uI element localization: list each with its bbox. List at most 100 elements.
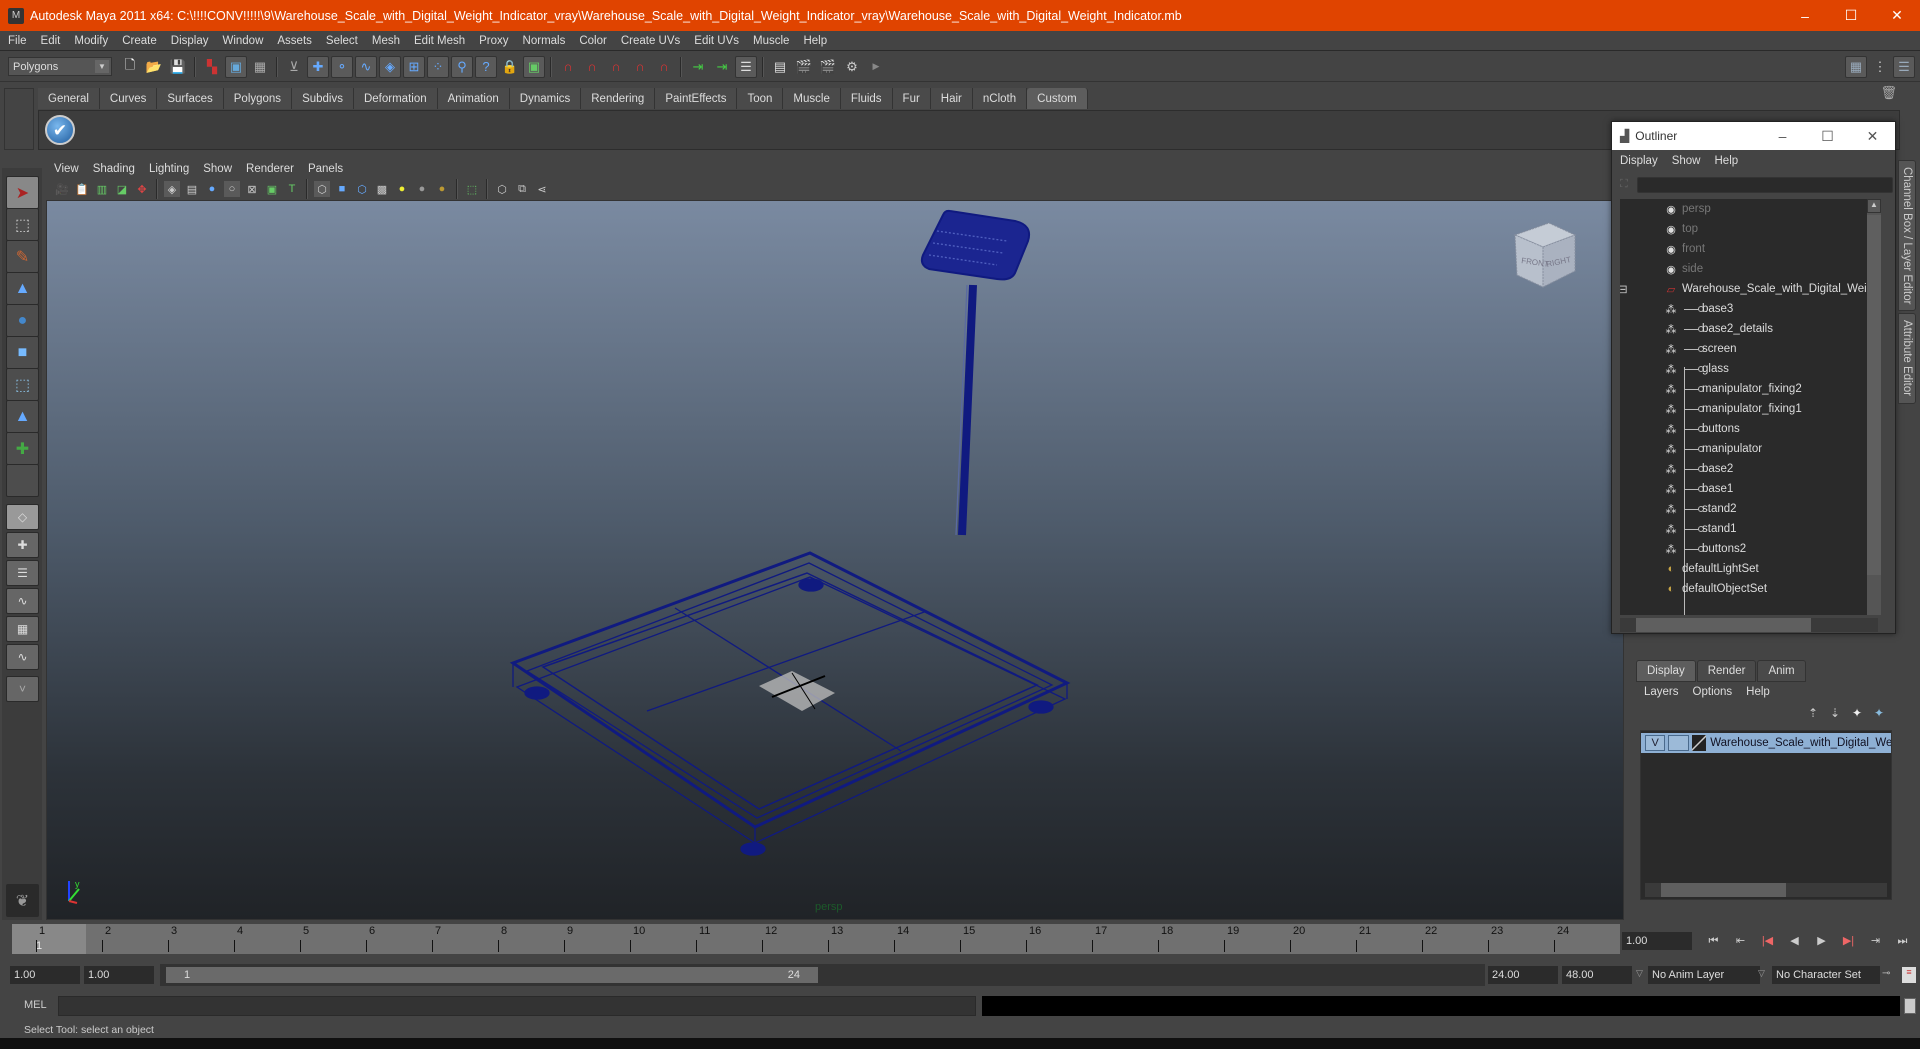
render-view-icon[interactable]: ▤ [769,56,791,78]
wireframe-on-shaded-icon[interactable]: ⬡ [354,181,370,197]
outliner-item-buttons2[interactable]: ⁂ buttons2 [1620,539,1878,559]
joints-icon[interactable]: ⋖ [534,181,550,197]
outliner-item-glass[interactable]: ⁂ glass [1620,359,1878,379]
isolate-select-icon[interactable]: ⬚ [464,181,480,197]
four-view-layout-icon[interactable]: ✚ [6,532,39,558]
move-tool-icon[interactable]: ▲ [6,272,39,305]
menu-window[interactable]: Window [222,35,263,47]
single-perspective-layout-icon[interactable]: ◇ [6,504,39,530]
construction-history-icon[interactable]: ☰ [735,55,757,78]
menu-assets[interactable]: Assets [277,35,312,47]
grid-icon[interactable]: ◈ [164,181,180,197]
layer-tab-render[interactable]: Render [1696,660,1757,682]
outliner-minimize-button[interactable]: – [1760,122,1805,150]
minimize-button[interactable]: – [1782,0,1828,31]
resolution-gate-icon[interactable]: ● [204,181,220,197]
outliner-item-manipulator-fixing1[interactable]: ⁂ manipulator_fixing1 [1620,399,1878,419]
tool-settings-toggle-icon[interactable]: ⋮ [1869,56,1891,78]
go-to-end-button[interactable]: ⏭ [1889,932,1916,950]
animation-preferences-icon[interactable]: ≡ [1902,967,1916,983]
outliner-item-screen[interactable]: ⁂ screen [1620,339,1878,359]
outliner-item-top[interactable]: ◉ top [1620,219,1878,239]
outliner-item-stand1[interactable]: ⁂ stand1 [1620,519,1878,539]
playback-start-field[interactable]: 1.00 [84,966,154,984]
help-icon[interactable]: ? [475,55,497,78]
channel-box-layer-editor-tab[interactable]: Channel Box / Layer Editor [1898,160,1916,312]
select-hierarchy-icon[interactable]: ▚ [201,56,223,78]
anim-layer-dropdown[interactable]: No Anim Layer [1648,966,1760,984]
outliner-filter-input[interactable] [1637,177,1893,193]
playback-end-field[interactable]: 24.00 [1488,966,1558,984]
shelf-tab-muscle[interactable]: Muscle [783,88,841,109]
scroll-thumb[interactable] [1661,883,1786,897]
universal-manipulator-icon[interactable]: ⬚ [6,368,39,401]
camera-attributes-icon[interactable]: 📋 [74,181,90,197]
chevron-right-icon[interactable]: ▶ [865,56,887,78]
move-layer-up-icon[interactable]: ⇡ [1802,706,1824,720]
layer-tab-display[interactable]: Display [1636,660,1696,682]
open-scene-icon[interactable]: 📂 [143,56,165,78]
snap-point-icon[interactable]: ∿ [355,55,377,78]
move-layer-down-icon[interactable]: ⇣ [1824,706,1846,720]
checkmark-shelf-button[interactable]: ✔ [45,115,75,145]
snap-grid-icon[interactable]: ✚ [307,55,329,78]
shelf-tab-toon[interactable]: Toon [737,88,784,109]
input-operations-icon[interactable]: ⇥ [687,56,709,78]
panel-menu-show[interactable]: Show [203,163,232,175]
shelf-tab-surfaces[interactable]: Surfaces [157,88,224,109]
attribute-editor-tab[interactable]: Attribute Editor [1898,313,1916,404]
magnet-curve-icon[interactable]: ∩ [581,56,603,78]
use-all-lights-icon[interactable]: ● [414,181,430,197]
shelf-tab-ncloth[interactable]: nCloth [972,88,1028,109]
collapse-toggle-icon[interactable]: ⊟ [1620,282,1628,296]
shelf-tab-dynamics[interactable]: Dynamics [509,88,582,109]
shadows-icon[interactable]: ● [434,181,450,197]
select-object-icon[interactable]: ▣ [225,55,247,78]
scroll-thumb[interactable] [1636,618,1811,632]
menu-normals[interactable]: Normals [523,35,566,47]
menu-create-uvs[interactable]: Create UVs [621,35,680,47]
lock-icon[interactable]: 🔒 [499,56,521,78]
layer-menu-help[interactable]: Help [1746,686,1770,698]
outliner-item-warehouse-scale-with-digital-weight[interactable]: ⊟ ▱ Warehouse_Scale_with_Digital_Weight_ [1620,279,1878,299]
shelf-menu-handle[interactable] [4,88,34,150]
bookmark-icon[interactable]: ▥ [94,181,110,197]
outliner-item-stand2[interactable]: ⁂ stand2 [1620,499,1878,519]
time-slider[interactable]: 1 1 2 3 4 5 6 7 8 9 10 11 12 13 14 15 16 17 18 19 20 21 22 23 2… [12,924,1620,954]
shelf-tab-polygons[interactable]: Polygons [223,88,293,109]
outliner-item-manipulator[interactable]: ⁂ manipulator [1620,439,1878,459]
x-ray-joints-icon[interactable]: ⧉ [514,181,530,197]
viewport-persp[interactable]: FRONT RIGHT y persp [46,200,1624,920]
camera-select-icon[interactable]: 🎥 [54,181,70,197]
wireframe-icon[interactable]: ⬡ [314,181,330,197]
menu-muscle[interactable]: Muscle [753,35,789,47]
safe-title-icon[interactable]: T [284,181,300,197]
layer-menu-options[interactable]: Options [1693,686,1733,698]
layer-visibility-toggle[interactable]: V [1645,735,1666,751]
outliner-maximize-button[interactable]: ☐ [1805,122,1850,150]
attribute-editor-toggle-icon[interactable]: ▦ [1845,56,1867,78]
magnet-icon[interactable]: ∩ [557,56,579,78]
rotate-tool-icon[interactable]: ● [6,304,39,337]
new-empty-layer-icon[interactable]: ✦ [1846,706,1868,720]
use-default-light-icon[interactable]: ● [394,181,410,197]
shelf-tab-custom[interactable]: Custom [1027,88,1088,109]
step-back-key-button[interactable]: |◀ [1754,932,1781,950]
outliner-item-defaultobjectset[interactable]: ◐ defaultObjectSet [1620,579,1878,599]
filter-icon[interactable]: ⛶ [1620,178,1628,191]
current-time-indicator[interactable] [12,924,86,954]
menu-edit-uvs[interactable]: Edit UVs [694,35,739,47]
channel-box-toggle-icon[interactable]: ☰ [1893,56,1915,78]
safe-action-icon[interactable]: ▣ [264,181,280,197]
layer-display-type-toggle[interactable] [1668,735,1689,751]
new-scene-icon[interactable]: 🗋 [119,56,141,78]
play-backwards-button[interactable]: ◀ [1781,932,1808,950]
panel-menu-lighting[interactable]: Lighting [149,163,189,175]
menu-file[interactable]: File [8,35,27,47]
layer-color-swatch[interactable] [1691,735,1707,751]
layer-menu-layers[interactable]: Layers [1644,686,1679,698]
outliner-item-persp[interactable]: ◉ persp [1620,199,1878,219]
outliner-item-side[interactable]: ◉ side [1620,259,1878,279]
more-layouts-icon[interactable]: ˅ [6,676,39,702]
select-highlight-icon[interactable]: ▣ [523,55,545,78]
